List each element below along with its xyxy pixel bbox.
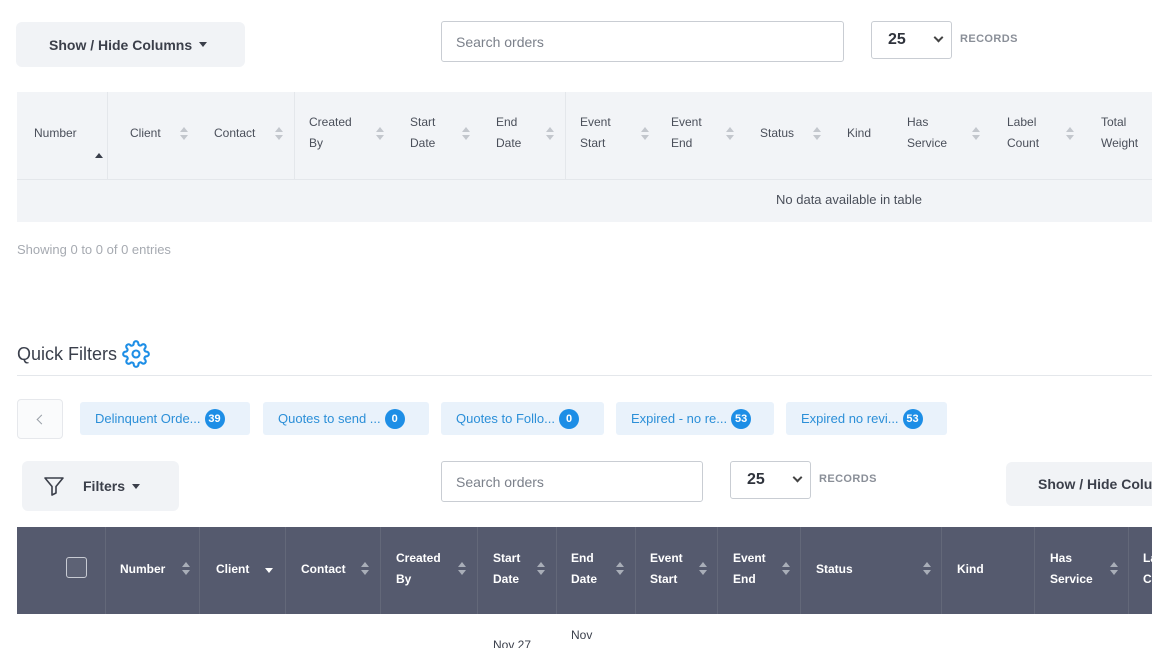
start-date-cell: Nov 27 bbox=[493, 638, 532, 648]
quick-filter-chip[interactable]: Expired no revi... 53 bbox=[786, 402, 947, 435]
sort-icon bbox=[1066, 127, 1074, 141]
sort-icon bbox=[1110, 562, 1118, 576]
page-size-value: 25 bbox=[747, 471, 765, 488]
column-header-created-by[interactable]: Created By bbox=[309, 112, 369, 154]
column-header-start-date[interactable]: Start Date bbox=[410, 112, 455, 154]
sort-icon bbox=[361, 562, 369, 576]
search-placeholder: Search orders bbox=[456, 473, 544, 490]
column-header-contact[interactable]: Contact bbox=[301, 559, 346, 580]
records-label: RECORDS bbox=[960, 33, 1018, 45]
quick-filter-chip[interactable]: Quotes to send ... 0 bbox=[263, 402, 429, 435]
filter-icon bbox=[42, 474, 66, 498]
column-header-event-start[interactable]: Event Start bbox=[580, 112, 625, 154]
show-hide-columns-label: Show / Hide Colu bbox=[1038, 476, 1152, 492]
page-size-select[interactable]: 25 bbox=[871, 21, 952, 59]
column-header-start-date[interactable]: Start Date bbox=[493, 548, 533, 590]
sort-icon bbox=[699, 562, 707, 576]
column-header-label-count[interactable]: Label Count bbox=[1007, 112, 1052, 154]
show-hide-columns-button[interactable]: Show / Hide Colu bbox=[1006, 462, 1152, 506]
sort-icon bbox=[458, 562, 466, 576]
sort-icon bbox=[782, 562, 790, 576]
quick-filter-chip[interactable]: Delinquent Orde... 39 bbox=[80, 402, 250, 435]
column-header-client[interactable]: Client bbox=[216, 559, 249, 580]
caret-down-icon bbox=[199, 42, 208, 47]
sort-icon bbox=[546, 127, 554, 141]
show-hide-columns-button[interactable]: Show / Hide Columns bbox=[16, 22, 245, 67]
column-header-client[interactable]: Client bbox=[130, 123, 161, 144]
column-header-end-date[interactable]: End Date bbox=[571, 548, 606, 590]
sort-icon bbox=[813, 127, 821, 141]
column-header-number[interactable]: Number bbox=[34, 123, 77, 144]
sort-icon bbox=[972, 127, 980, 141]
sort-icon bbox=[275, 127, 283, 141]
column-header-total-weight[interactable]: Total Weight bbox=[1101, 112, 1146, 154]
filters-button[interactable]: Filters bbox=[22, 461, 179, 511]
count-badge: 39 bbox=[204, 408, 225, 429]
select-all-checkbox[interactable] bbox=[66, 557, 87, 578]
sort-icon bbox=[462, 127, 470, 141]
divider bbox=[17, 375, 1152, 376]
column-header-kind[interactable]: Kind bbox=[957, 559, 984, 580]
sort-icon bbox=[182, 562, 190, 576]
column-header-contact[interactable]: Contact bbox=[214, 123, 255, 144]
sort-icon bbox=[616, 562, 624, 576]
column-header-status[interactable]: Status bbox=[760, 123, 794, 144]
records-label: RECORDS bbox=[819, 473, 877, 485]
column-header-number[interactable]: Number bbox=[120, 559, 165, 580]
end-date-cell: Nov bbox=[571, 628, 593, 642]
sort-icon bbox=[376, 127, 384, 141]
page-size-value: 25 bbox=[888, 31, 906, 48]
gear-icon[interactable] bbox=[122, 340, 150, 368]
caret-down-icon bbox=[132, 483, 141, 489]
search-placeholder: Search orders bbox=[456, 33, 544, 50]
quick-filters-title: Quick Filters bbox=[17, 340, 150, 368]
filters-label: Filters bbox=[83, 478, 126, 494]
column-header-created-by[interactable]: Created By bbox=[396, 548, 448, 590]
sort-asc-icon bbox=[95, 153, 103, 158]
chevron-down-icon bbox=[792, 472, 803, 483]
quick-filter-chip[interactable]: Expired - no re... 53 bbox=[616, 402, 774, 435]
show-hide-columns-label: Show / Hide Columns bbox=[49, 36, 193, 53]
column-header-status[interactable]: Status bbox=[816, 559, 853, 580]
empty-table-message: No data available in table bbox=[776, 192, 922, 207]
search-input[interactable]: Search orders bbox=[441, 21, 844, 62]
sort-icon bbox=[180, 127, 188, 141]
count-badge: 0 bbox=[384, 408, 405, 429]
column-header-has-service[interactable]: Has Service bbox=[907, 112, 957, 154]
chips-prev-button[interactable] bbox=[17, 399, 63, 439]
page-size-select[interactable]: 25 bbox=[730, 461, 811, 499]
count-badge: 53 bbox=[731, 408, 752, 429]
count-badge: 0 bbox=[559, 408, 579, 429]
column-header-has-service[interactable]: Has Service bbox=[1050, 548, 1098, 590]
column-header-kind[interactable]: Kind bbox=[847, 123, 871, 144]
sort-icon bbox=[641, 127, 649, 141]
chevron-down-icon bbox=[933, 32, 944, 43]
sort-icon bbox=[923, 562, 931, 576]
column-header-event-start[interactable]: Event Start bbox=[650, 548, 690, 590]
column-header-event-end[interactable]: Event End bbox=[733, 548, 773, 590]
count-badge: 53 bbox=[902, 408, 923, 429]
quick-filter-chip[interactable]: Quotes to Follo... 0 bbox=[441, 402, 604, 435]
table-info: Showing 0 to 0 of 0 entries bbox=[17, 242, 171, 257]
search-input[interactable]: Search orders bbox=[441, 461, 703, 502]
sort-desc-icon bbox=[265, 568, 273, 573]
chevron-left-icon bbox=[36, 414, 47, 424]
sort-icon bbox=[537, 562, 545, 576]
column-header-end-date[interactable]: End Date bbox=[496, 112, 536, 154]
column-header-event-end[interactable]: Event End bbox=[671, 112, 716, 154]
column-header-label-count[interactable]: La Co bbox=[1143, 548, 1152, 590]
sort-icon bbox=[726, 127, 734, 141]
